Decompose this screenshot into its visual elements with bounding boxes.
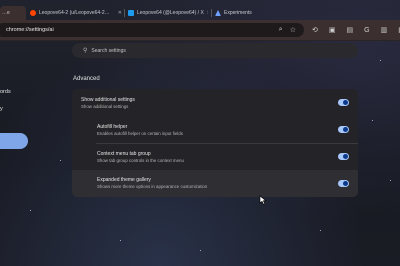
close-icon[interactable]: ✕ xyxy=(115,10,122,16)
divider xyxy=(96,143,358,144)
profile-icon[interactable]: ▤ xyxy=(347,26,354,34)
tab-experiments[interactable]: Experiments xyxy=(215,6,285,20)
setting-subtitle: Show additional settings xyxy=(81,104,129,109)
side-panel-icon[interactable]: ▥ xyxy=(381,26,388,34)
setting-row[interactable]: Autofill helper Enables autofill helper … xyxy=(72,116,358,143)
search-settings-field[interactable]: ⚲ Search settings xyxy=(72,43,358,58)
tab-label: Leopove64-2 (u/Leopove64-2… xyxy=(39,10,110,16)
reddit-icon xyxy=(30,10,36,16)
star xyxy=(380,60,381,61)
sidebar-item-label: y xyxy=(0,106,3,112)
mouse-cursor-icon xyxy=(259,195,267,205)
setting-row[interactable]: Expanded theme gallery Shows more theme … xyxy=(72,170,358,197)
toggle-switch[interactable] xyxy=(338,126,349,133)
sidebar-item-label: ords xyxy=(0,89,11,95)
sidebar-item-selected[interactable] xyxy=(0,133,28,149)
tab-divider xyxy=(211,9,212,17)
setting-title: Autofill helper xyxy=(97,124,128,130)
toggle-switch[interactable] xyxy=(338,99,349,106)
tab-label: Leopove64 (@Leopove64) / X xyxy=(137,10,204,16)
setting-title: Expanded theme gallery xyxy=(97,177,151,183)
tab-strip: …e Leopove64-2 (u/Leopove64-2… ✕ Leopove… xyxy=(0,6,400,20)
setting-row[interactable]: Show additional settings Show additional… xyxy=(72,89,358,116)
tab-label: …e xyxy=(2,10,10,16)
star xyxy=(320,230,321,231)
tab-x[interactable]: Leopove64 (@Leopove64) / X ✕ xyxy=(128,6,208,20)
search-icon: ⚲ xyxy=(83,48,88,54)
tab-reddit[interactable]: Leopove64-2 (u/Leopove64-2… ✕ xyxy=(30,6,122,20)
star xyxy=(390,180,391,181)
toolbar: chrome://settings/ai ⌕ ☆ ⟲ ▣ ▤ G ▥ ▦ xyxy=(0,20,400,41)
setting-subtitle: Enables autofill helper on certain input… xyxy=(97,131,183,136)
google-icon[interactable]: G xyxy=(364,27,369,34)
star xyxy=(60,160,61,161)
toggle-switch[interactable] xyxy=(338,180,349,187)
settings-card: Show additional settings Show additional… xyxy=(72,89,358,197)
url-text: chrome://settings/ai xyxy=(6,27,54,33)
setting-title: Show additional settings xyxy=(81,97,135,103)
flask-icon xyxy=(215,10,221,16)
tab-settings[interactable]: …e xyxy=(0,6,26,20)
setting-row[interactable]: Context menu tab group Show tab group co… xyxy=(72,143,358,170)
toggle-switch[interactable] xyxy=(338,153,349,160)
setting-subtitle: Show tab group controls in the context m… xyxy=(97,158,184,163)
zoom-icon[interactable]: ⌕ xyxy=(279,26,283,34)
x-icon xyxy=(128,10,134,16)
extensions-puzzle-icon[interactable]: ▣ xyxy=(329,26,336,34)
tab-divider xyxy=(124,9,125,17)
tab-label: Experiments xyxy=(224,10,252,16)
section-title: Advanced xyxy=(73,76,100,82)
star xyxy=(372,120,373,121)
search-placeholder: Search settings xyxy=(91,47,126,54)
sidebar-item-privacy[interactable]: y xyxy=(0,106,3,112)
setting-title: Context menu tab group xyxy=(97,151,151,157)
star xyxy=(120,240,121,241)
extension-icon[interactable]: ⟲ xyxy=(312,26,318,34)
setting-subtitle: Shows more theme options in appearance c… xyxy=(97,184,208,189)
address-bar[interactable]: chrome://settings/ai ⌕ ☆ xyxy=(0,23,304,37)
close-icon[interactable]: ✕ xyxy=(204,10,208,16)
bookmark-star-icon[interactable]: ☆ xyxy=(290,26,296,34)
sidebar: ords y xyxy=(0,41,60,266)
sidebar-item-passwords[interactable]: ords xyxy=(0,89,11,95)
star xyxy=(200,250,201,251)
